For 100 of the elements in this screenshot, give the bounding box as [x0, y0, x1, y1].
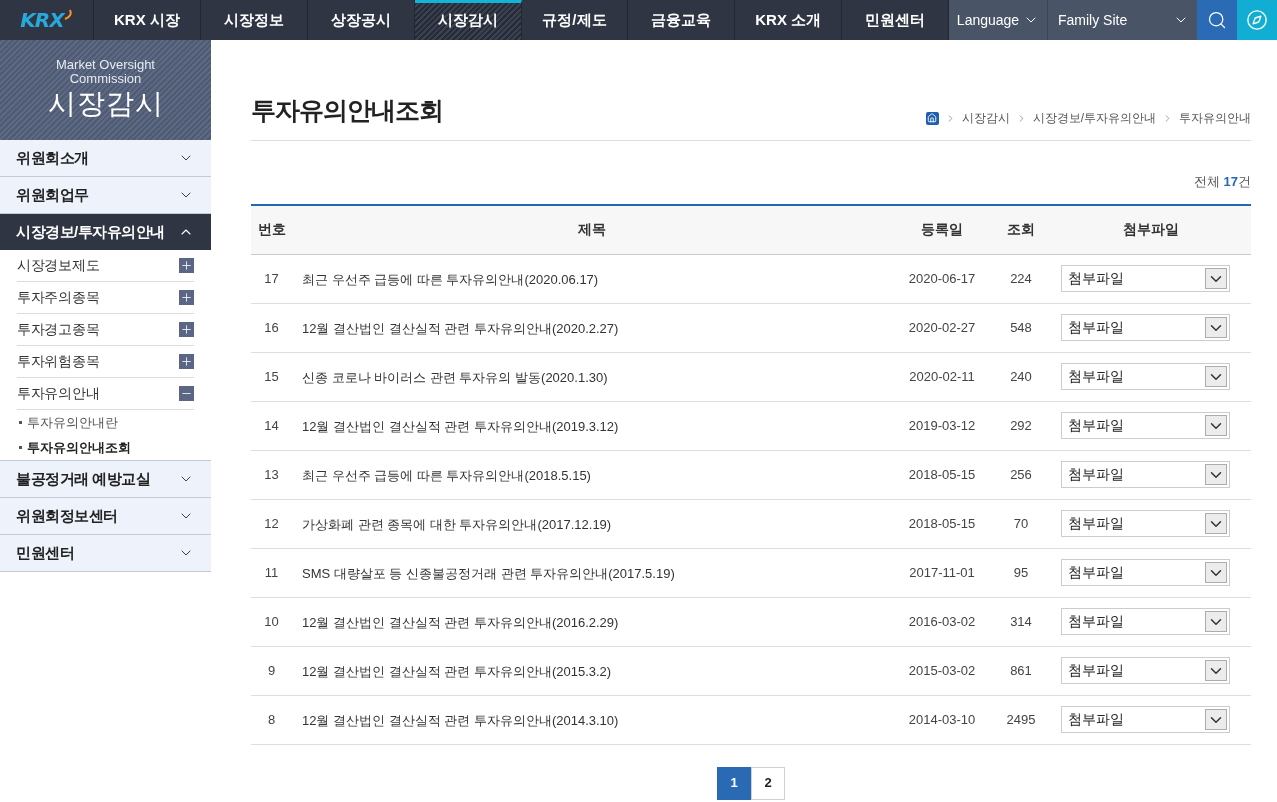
page-button[interactable]: 2	[751, 766, 785, 800]
sidebar-menu-item[interactable]: 민원센터	[0, 535, 211, 571]
banner-title: 시장감시	[47, 87, 164, 121]
table-cell: 9	[251, 646, 292, 695]
table-cell: 11	[251, 548, 292, 597]
post-title-link[interactable]: 신종 코로나 바이러스 관련 투자유의 발동(2020.1.30)	[302, 369, 608, 385]
page-button[interactable]: 1	[717, 766, 751, 800]
chevron-down-icon	[1205, 513, 1227, 534]
breadcrumb-link[interactable]: 시장감시	[961, 109, 1010, 127]
table-cell: 2020-02-27	[892, 303, 992, 352]
table-cell: 2016-03-02	[892, 597, 992, 646]
table-cell: 17	[251, 254, 292, 303]
submenu-link[interactable]: 투자유의안내란	[17, 410, 194, 435]
table-cell: 2018-05-15	[892, 450, 992, 499]
language-dropdown[interactable]: Language	[949, 0, 1048, 40]
attachment-dropdown[interactable]: 첨부파일	[1061, 265, 1230, 292]
bullet-icon	[19, 446, 22, 449]
search-icon	[1207, 10, 1227, 30]
home-icon[interactable]	[925, 111, 939, 125]
bullet-icon	[19, 421, 22, 424]
table-cell: 14	[251, 401, 292, 450]
post-title-link[interactable]: 12월 결산법인 결산실적 관련 투자유의안내(2019.3.12)	[302, 418, 619, 434]
post-title-link[interactable]: 12월 결산법인 결산실적 관련 투자유의안내(2016.2.29)	[302, 614, 619, 630]
table-cell: 13	[251, 450, 292, 499]
column-header: 번호	[251, 205, 292, 254]
attachment-dropdown[interactable]: 첨부파일	[1061, 461, 1230, 488]
table-cell: 2495	[992, 695, 1050, 744]
nav-tab[interactable]: 규정/제도	[521, 0, 629, 40]
table-cell: 70	[992, 499, 1050, 548]
table-cell: 8	[251, 695, 292, 744]
table-cell: 256	[992, 450, 1050, 499]
submenu-item[interactable]: 투자위험종목	[17, 346, 194, 378]
table-cell: 292	[992, 401, 1050, 450]
table-cell: 224	[992, 254, 1050, 303]
submenu-item[interactable]: 투자주의종목	[17, 282, 194, 314]
submenu-item[interactable]: 투자경고종목	[17, 314, 194, 346]
attachment-dropdown[interactable]: 첨부파일	[1061, 363, 1230, 390]
submenu-item[interactable]: 투자유의안내	[17, 378, 194, 410]
table-cell: 2017-11-01	[892, 548, 992, 597]
chevron-down-icon	[1205, 268, 1227, 289]
post-title-link[interactable]: SMS 대량살포 등 신종불공정거래 관련 투자유의안내(2017.5.19)	[302, 565, 675, 581]
table-cell: 314	[992, 597, 1050, 646]
attachment-dropdown[interactable]: 첨부파일	[1061, 510, 1230, 537]
breadcrumb-link[interactable]: 투자유의안내	[1179, 109, 1251, 127]
sidebar-menu-item[interactable]: 위원회정보센터	[0, 498, 211, 534]
chevron-down-icon	[1205, 562, 1227, 583]
banner-subtitle: Market Oversight Commission	[55, 58, 156, 86]
column-header: 조회	[992, 205, 1050, 254]
attachment-dropdown[interactable]: 첨부파일	[1061, 559, 1230, 586]
submenu-link[interactable]: 투자유의안내조회	[17, 435, 194, 460]
swoosh-icon	[63, 8, 73, 20]
table-cell: 2015-03-02	[892, 646, 992, 695]
table-cell: 12	[251, 499, 292, 548]
chevron-down-icon	[1205, 660, 1227, 681]
table-cell: 861	[992, 646, 1050, 695]
post-title-link[interactable]: 12월 결산법인 결산실적 관련 투자유의안내(2014.3.10)	[302, 712, 619, 728]
attachment-dropdown[interactable]: 첨부파일	[1061, 412, 1230, 439]
nav-tab[interactable]: 상장공시	[307, 0, 415, 40]
chevron-down-icon	[1205, 317, 1227, 338]
attachment-dropdown[interactable]: 첨부파일	[1061, 657, 1230, 684]
chevron-down-icon	[1205, 709, 1227, 730]
post-title-link[interactable]: 12월 결산법인 결산실적 관련 투자유의안내(2020.2.27)	[302, 320, 619, 336]
nav-tab[interactable]: 시장감시	[414, 0, 522, 40]
table-cell: 16	[251, 303, 292, 352]
sidebar-menu-item[interactable]: 시장경보/투자유의안내	[0, 214, 211, 250]
post-title-link[interactable]: 가상화폐 관련 종목에 대한 투자유의안내(2017.12.19)	[302, 516, 612, 532]
breadcrumb-link[interactable]: 시장경보/투자유의안내	[1032, 109, 1156, 127]
family-site-dropdown[interactable]: Family Site	[1048, 0, 1197, 40]
nav-tab[interactable]: KRX 소개	[735, 0, 843, 40]
column-header: 등록일	[892, 205, 992, 254]
compass-icon	[1246, 9, 1268, 31]
attachment-dropdown[interactable]: 첨부파일	[1061, 706, 1230, 733]
chevron-down-icon	[1205, 464, 1227, 485]
column-header: 첨부파일	[1050, 205, 1251, 254]
table-cell: 2018-05-15	[892, 499, 992, 548]
sidebar-menu-item[interactable]: 위원회소개	[0, 140, 211, 176]
total-count: 전체 17건	[1193, 173, 1251, 191]
chevron-down-icon	[1205, 611, 1227, 632]
chevron-down-icon	[1205, 366, 1227, 387]
attachment-dropdown[interactable]: 첨부파일	[1061, 608, 1230, 635]
table-cell: 548	[992, 303, 1050, 352]
table-cell: 240	[992, 352, 1050, 401]
submenu-item[interactable]: 시장경보제도	[17, 250, 194, 282]
post-title-link[interactable]: 최근 우선주 급등에 따른 투자유의안내(2020.06.17)	[302, 271, 599, 287]
sidebar-menu-item[interactable]: 불공정거래 예방교실	[0, 461, 211, 497]
sidebar-menu-item[interactable]: 위원회업무	[0, 177, 211, 213]
table-cell: 2020-06-17	[892, 254, 992, 303]
attachment-dropdown[interactable]: 첨부파일	[1061, 314, 1230, 341]
post-title-link[interactable]: 12월 결산법인 결산실적 관련 투자유의안내(2015.3.2)	[302, 663, 612, 679]
page-title: 투자유의안내조회	[251, 95, 443, 125]
compass-button[interactable]	[1237, 0, 1277, 40]
table-cell: 95	[992, 548, 1050, 597]
nav-tab[interactable]: 금융교육	[628, 0, 736, 40]
post-title-link[interactable]: 최근 우선주 급등에 따른 투자유의안내(2018.5.15)	[302, 467, 591, 483]
column-header: 제목	[292, 205, 892, 254]
table-cell: 2014-03-10	[892, 695, 992, 744]
table-cell: 2020-02-11	[892, 352, 992, 401]
search-button[interactable]	[1197, 0, 1237, 40]
table-cell: 10	[251, 597, 292, 646]
table-cell: 15	[251, 352, 292, 401]
